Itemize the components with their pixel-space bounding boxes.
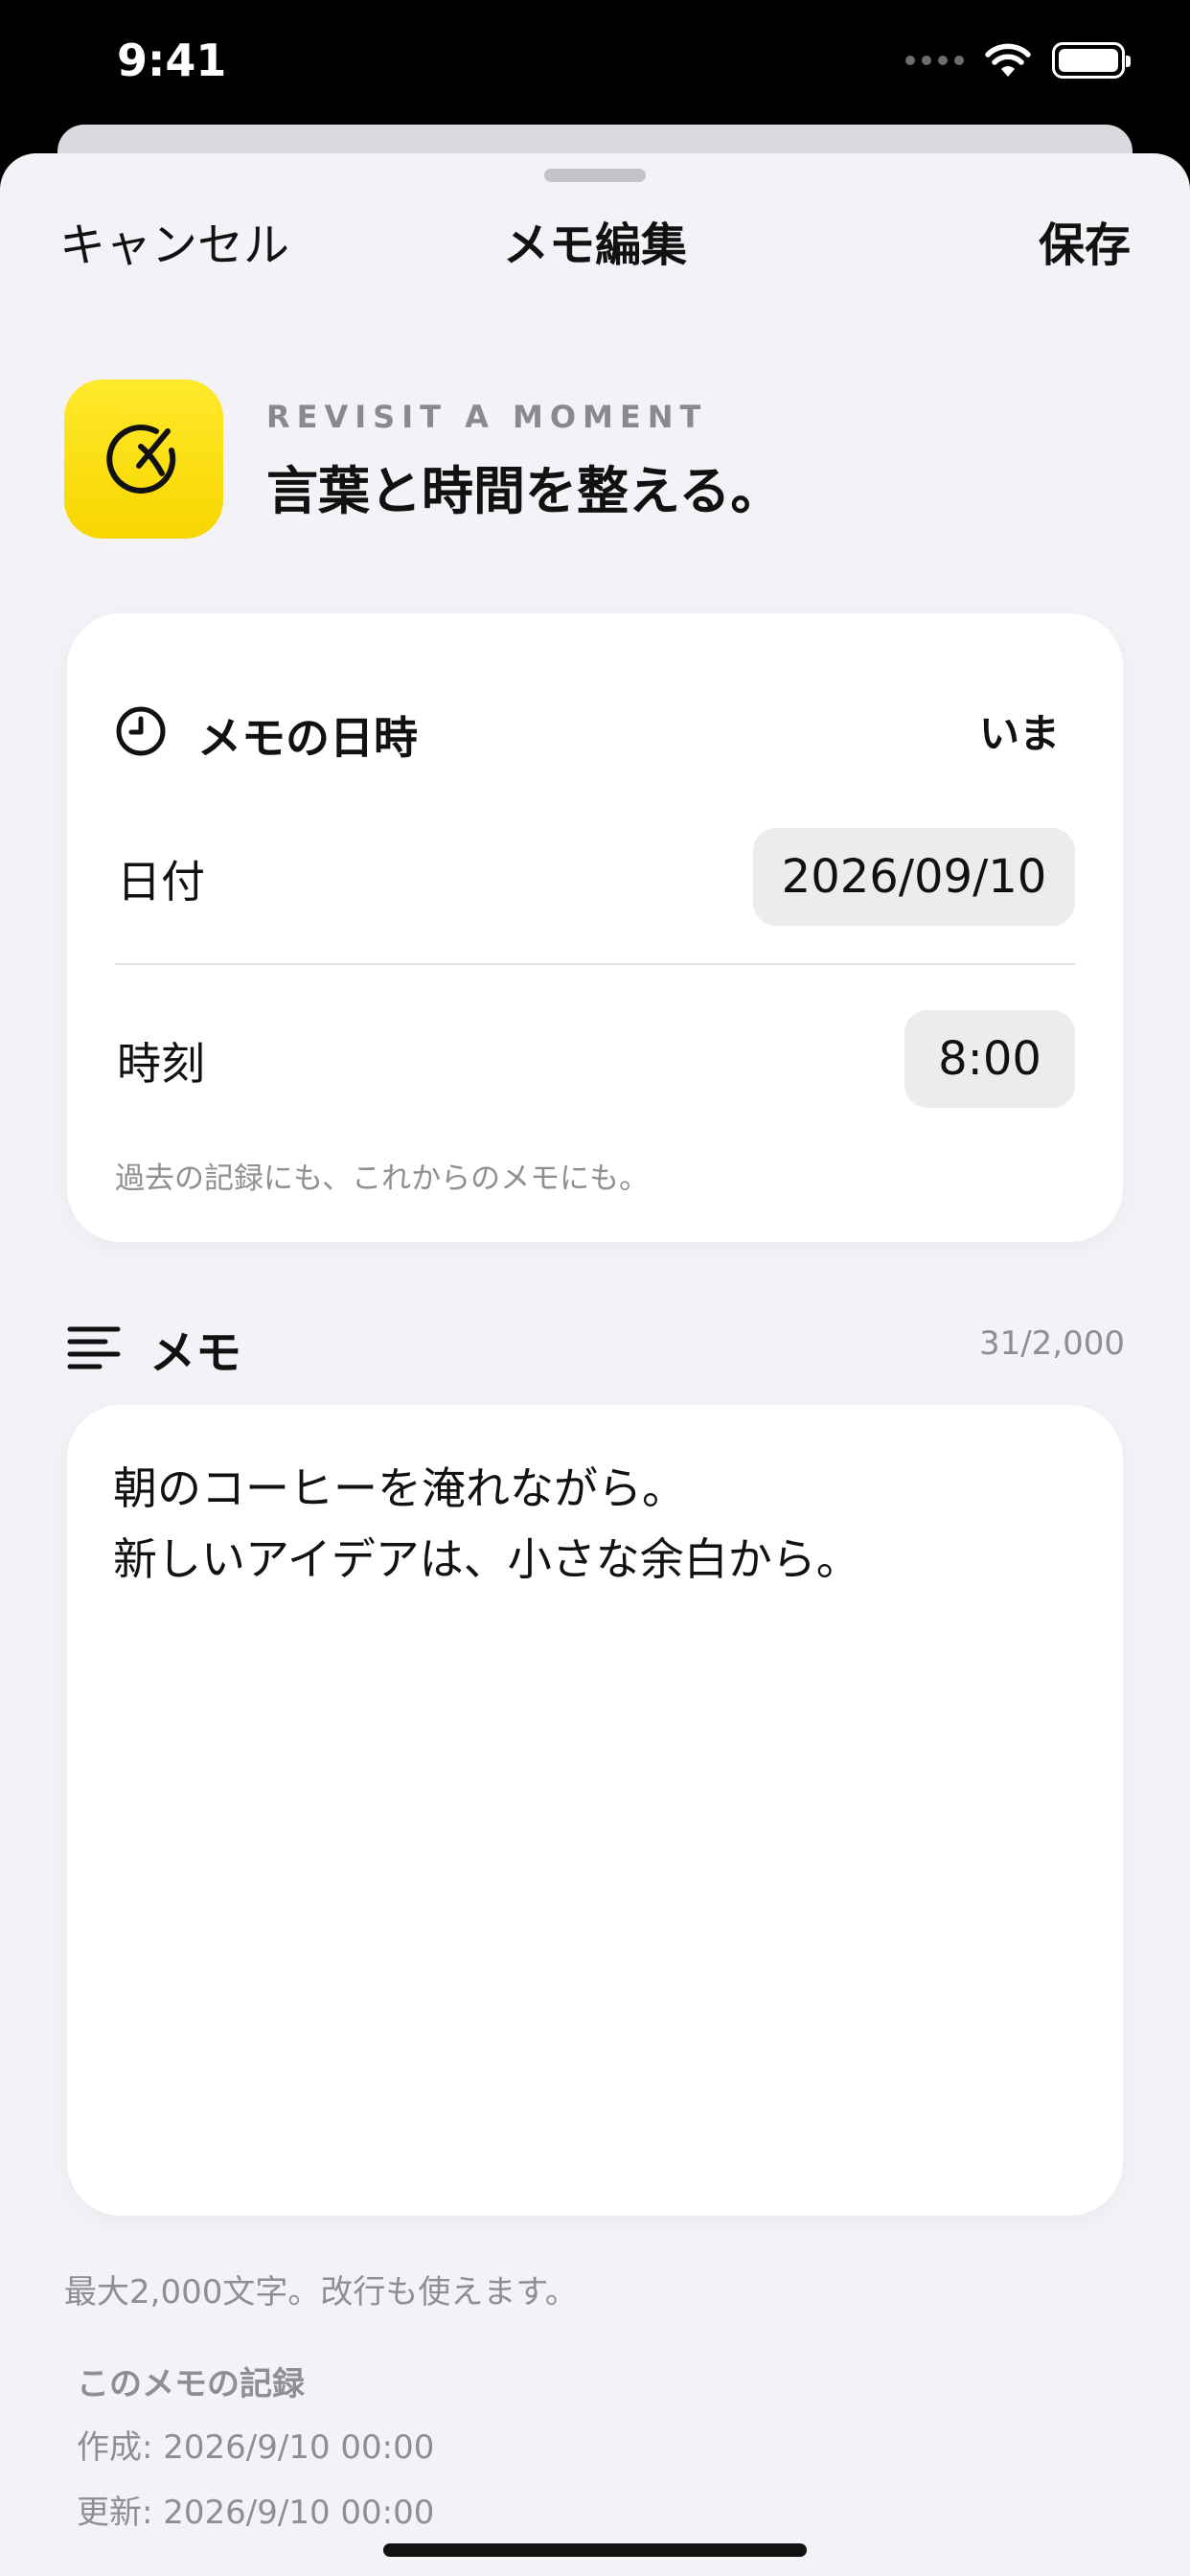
memo-text[interactable]: 朝のコーヒーを淹れながら。 新しいアイデアは、小さな余白から。 xyxy=(113,1453,1077,1595)
clock-icon xyxy=(116,706,166,756)
home-indicator[interactable] xyxy=(383,2543,807,2557)
wifi-icon xyxy=(985,43,1031,77)
hero-title: 言葉と時間を整える。 xyxy=(266,461,783,521)
page-title: メモ編集 xyxy=(502,218,687,272)
edit-memo-sheet: キャンセル メモ編集 保存 REVISIT A MOMENT 言葉と時間を整える… xyxy=(0,153,1190,2576)
sheet-grabber[interactable] xyxy=(544,169,646,182)
status-icons xyxy=(905,42,1131,79)
pencil-circle-icon xyxy=(106,425,176,494)
time-picker[interactable]: 8:00 xyxy=(904,1010,1075,1108)
time-label: 時刻 xyxy=(117,1038,205,1090)
battery-icon xyxy=(1052,42,1131,79)
app-icon xyxy=(64,380,223,539)
status-bar: 9:41 xyxy=(0,0,1190,144)
character-count: 31/2,000 xyxy=(978,1324,1125,1363)
date-label: 日付 xyxy=(117,856,205,908)
text-lines-icon xyxy=(67,1326,121,1369)
hero-eyebrow: REVISIT A MOMENT xyxy=(266,399,708,435)
memo-hint: 最大2,000文字。改行も使えます。 xyxy=(64,2273,578,2312)
datetime-title: メモの日時 xyxy=(197,712,418,764)
date-picker[interactable]: 2026/09/10 xyxy=(753,828,1075,926)
datetime-hint: 過去の記録にも、これからのメモにも。 xyxy=(115,1162,650,1196)
memo-title: メモ xyxy=(149,1326,242,1380)
now-button[interactable]: いま xyxy=(979,702,1060,760)
status-time: 9:41 xyxy=(117,34,227,86)
datetime-card: メモの日時 いま 日付 2026/09/10 時刻 8:00 過去の記録にも、こ… xyxy=(67,613,1123,1242)
divider xyxy=(115,963,1075,965)
created-timestamp: 作成: 2026/9/10 00:00 xyxy=(77,2428,435,2467)
updated-timestamp: 更新: 2026/9/10 00:00 xyxy=(77,2494,435,2532)
memo-text-area[interactable]: 朝のコーヒーを淹れながら。 新しいアイデアは、小さな余白から。 xyxy=(67,1405,1123,2216)
record-title: このメモの記録 xyxy=(77,2365,305,2404)
save-button[interactable]: 保存 xyxy=(1039,207,1131,274)
cellular-signal-icon xyxy=(905,56,964,65)
